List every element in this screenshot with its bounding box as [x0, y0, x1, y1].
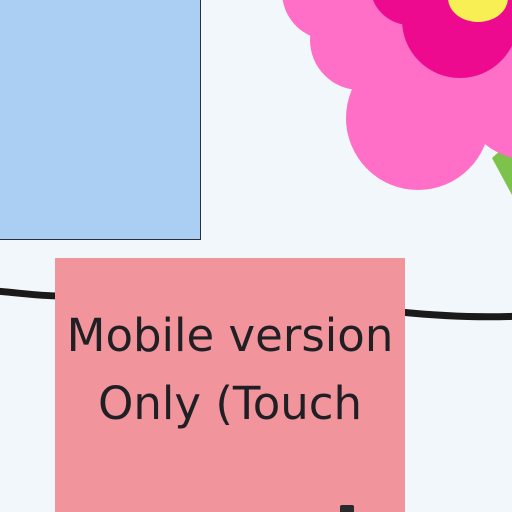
pointer-cursor-icon [340, 505, 354, 512]
pink-sticky-note[interactable]: Mobile version Only (Touch [55, 258, 405, 512]
flower-sticker[interactable] [282, 0, 512, 195]
sticky-note-text: Mobile version Only (Touch [66, 309, 394, 430]
whiteboard-canvas[interactable]: Mobile version Only (Touch [0, 0, 512, 512]
blue-sticky-note[interactable] [0, 0, 201, 240]
